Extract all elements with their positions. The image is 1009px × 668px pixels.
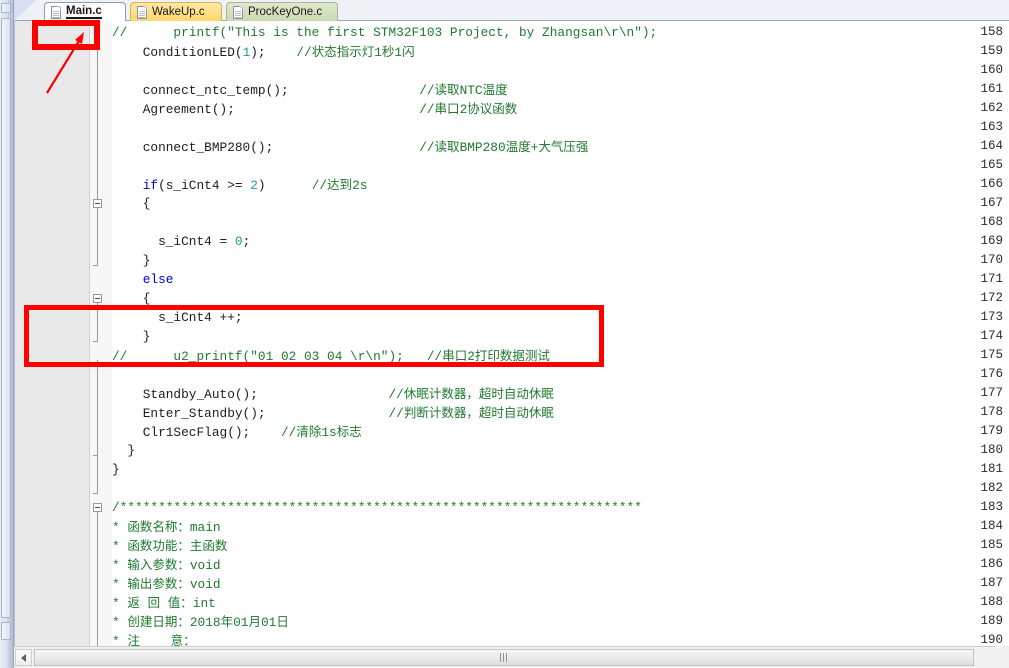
code-line[interactable]: } [112, 251, 151, 270]
left-dock-segment-bottom[interactable] [1, 622, 11, 640]
line-number: 161 [980, 82, 1003, 96]
annotation-box-line-158 [32, 20, 100, 50]
scroll-left-arrow-button[interactable] [15, 649, 32, 666]
line-number: 187 [980, 576, 1003, 590]
code-line[interactable]: connect_BMP280(); //读取BMP280温度+大气压强 [112, 137, 589, 156]
line-number: 185 [980, 538, 1003, 552]
line-number: 184 [980, 519, 1003, 533]
line-number: 188 [980, 595, 1003, 609]
line-number: 172 [980, 291, 1003, 305]
file-icon [51, 5, 61, 19]
left-dock-strip[interactable] [0, 0, 14, 668]
code-line[interactable]: Standby_Auto(); //休眠计数器，超时自动休眠 [112, 384, 554, 403]
line-number: 165 [980, 158, 1003, 172]
line-number: 163 [980, 120, 1003, 134]
line-number: 166 [980, 177, 1003, 191]
line-number: 173 [980, 310, 1003, 324]
editor-tab-bar: Main.c WakeUp.c ProcKeyOne.c [14, 0, 1009, 21]
line-number: 190 [980, 633, 1003, 646]
line-number: 167 [980, 196, 1003, 210]
line-number: 168 [980, 215, 1003, 229]
code-line[interactable]: Enter_Standby(); //判断计数器，超时自动休眠 [112, 403, 554, 422]
tab-main-c[interactable]: Main.c [44, 2, 126, 21]
chevron-left-icon [21, 653, 26, 662]
fold-bar [97, 208, 98, 265]
file-icon [233, 5, 243, 19]
line-number: 159 [980, 44, 1003, 58]
line-number: 180 [980, 443, 1003, 457]
line-number: 176 [980, 367, 1003, 381]
horizontal-scroll-thumb[interactable] [34, 649, 974, 666]
code-line[interactable]: } [112, 460, 120, 479]
horizontal-scrollbar[interactable] [14, 646, 1009, 668]
line-number: 178 [980, 405, 1003, 419]
line-number: 171 [980, 272, 1003, 286]
fold-bar [97, 512, 98, 646]
line-number: 160 [980, 63, 1003, 77]
code-line[interactable]: if(s_iCnt4 >= 2) //达到2s [112, 175, 368, 194]
fold-toggle-icon[interactable] [93, 294, 102, 303]
tab-label: ProcKeyOne.c [248, 6, 323, 18]
line-number: 164 [980, 139, 1003, 153]
line-number: 181 [980, 462, 1003, 476]
annotation-box-standby-calls [24, 305, 604, 367]
code-line[interactable]: Agreement(); //串口2协议函数 [112, 99, 518, 118]
code-line[interactable]: s_iCnt4 = 0; [112, 232, 250, 251]
code-line[interactable]: * 返 回 值：int [112, 593, 216, 612]
left-dock-segment-mid[interactable] [1, 18, 11, 618]
left-dock-segment-top[interactable] [1, 3, 11, 13]
line-number: 182 [980, 481, 1003, 495]
code-line[interactable]: * 输出参数：void [112, 574, 221, 593]
line-number: 183 [980, 500, 1003, 514]
line-number: 175 [980, 348, 1003, 362]
code-line[interactable]: ConditionLED(1); //状态指示灯1秒1闪 [112, 42, 415, 61]
line-number: 162 [980, 101, 1003, 115]
code-line[interactable]: Clr1SecFlag(); //清除1s标志 [112, 422, 362, 441]
fold-toggle-icon[interactable] [93, 503, 102, 512]
fold-toggle-icon[interactable] [93, 199, 102, 208]
code-editor-window: Main.c WakeUp.c ProcKeyOne.c // printf("… [0, 0, 1009, 668]
code-line[interactable]: else [112, 270, 174, 289]
line-number: 189 [980, 614, 1003, 628]
code-line[interactable]: * 创建日期：2018年01月01日 [112, 612, 289, 631]
line-number: 169 [980, 234, 1003, 248]
tab-label: Main.c [66, 5, 102, 19]
line-number: 158 [980, 25, 1003, 39]
fold-end-tick [93, 493, 98, 494]
code-line[interactable]: // printf("This is the first STM32F103 P… [112, 23, 657, 42]
line-number: 177 [980, 386, 1003, 400]
grip-icon [499, 653, 509, 662]
code-line[interactable]: { [112, 194, 151, 213]
scrollbar-corner [995, 646, 1009, 668]
tab-label: WakeUp.c [152, 6, 205, 18]
tab-wakeup-c[interactable]: WakeUp.c [130, 2, 222, 21]
tab-prockeyone-c[interactable]: ProcKeyOne.c [226, 2, 338, 21]
fold-bar [97, 360, 98, 455]
code-line[interactable]: * 函数功能：主函数 [112, 536, 227, 555]
code-line[interactable]: /***************************************… [112, 498, 642, 517]
fold-bar [97, 455, 98, 493]
fold-end-tick [93, 265, 98, 266]
code-line[interactable]: } [112, 441, 135, 460]
file-icon [137, 5, 147, 19]
line-number: 179 [980, 424, 1003, 438]
fold-bar [97, 37, 98, 189]
line-number: 174 [980, 329, 1003, 343]
code-line[interactable]: connect_ntc_temp(); //读取NTC温度 [112, 80, 508, 99]
code-line[interactable]: * 输入参数：void [112, 555, 221, 574]
line-number: 170 [980, 253, 1003, 267]
line-number: 186 [980, 557, 1003, 571]
code-line[interactable]: * 函数名称：main [112, 517, 221, 536]
code-line[interactable]: * 注 意： [112, 631, 196, 646]
